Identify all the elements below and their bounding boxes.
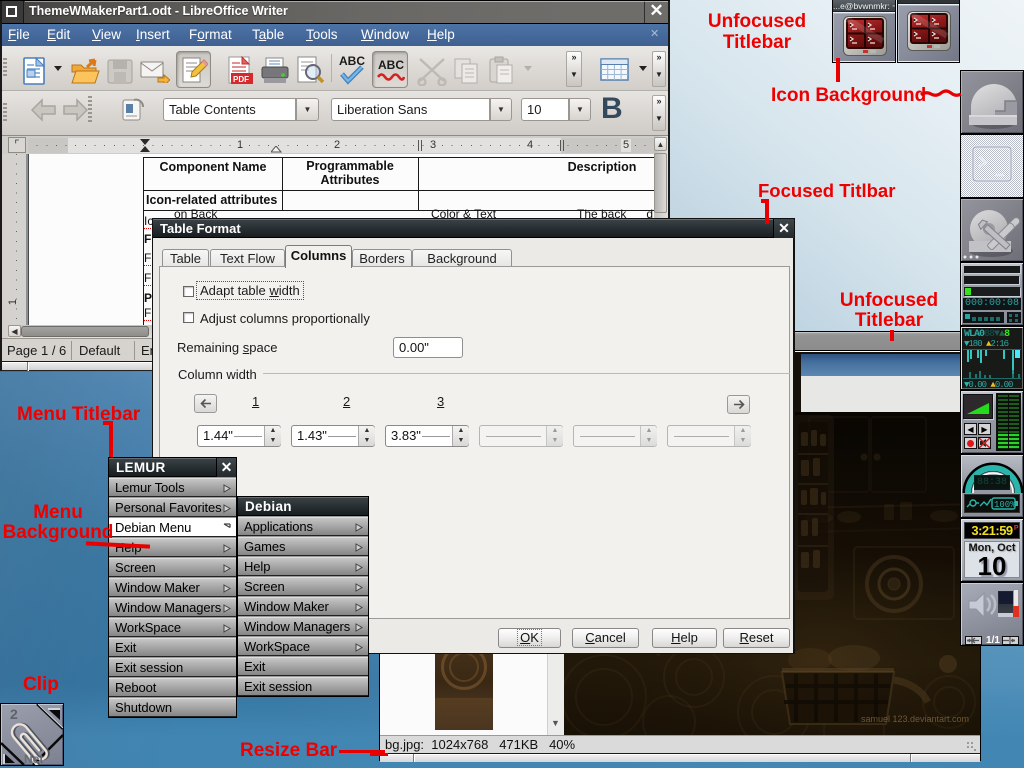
svg-text:samuel 123.deviantart.com: samuel 123.deviantart.com	[861, 714, 969, 724]
svg-text:PDF: PDF	[233, 75, 249, 84]
svg-text:Net: Net	[24, 752, 43, 765]
svg-text:100%: 100%	[994, 500, 1016, 510]
svg-text:ABC: ABC	[378, 58, 404, 72]
svg-text:ABC: ABC	[339, 54, 365, 68]
